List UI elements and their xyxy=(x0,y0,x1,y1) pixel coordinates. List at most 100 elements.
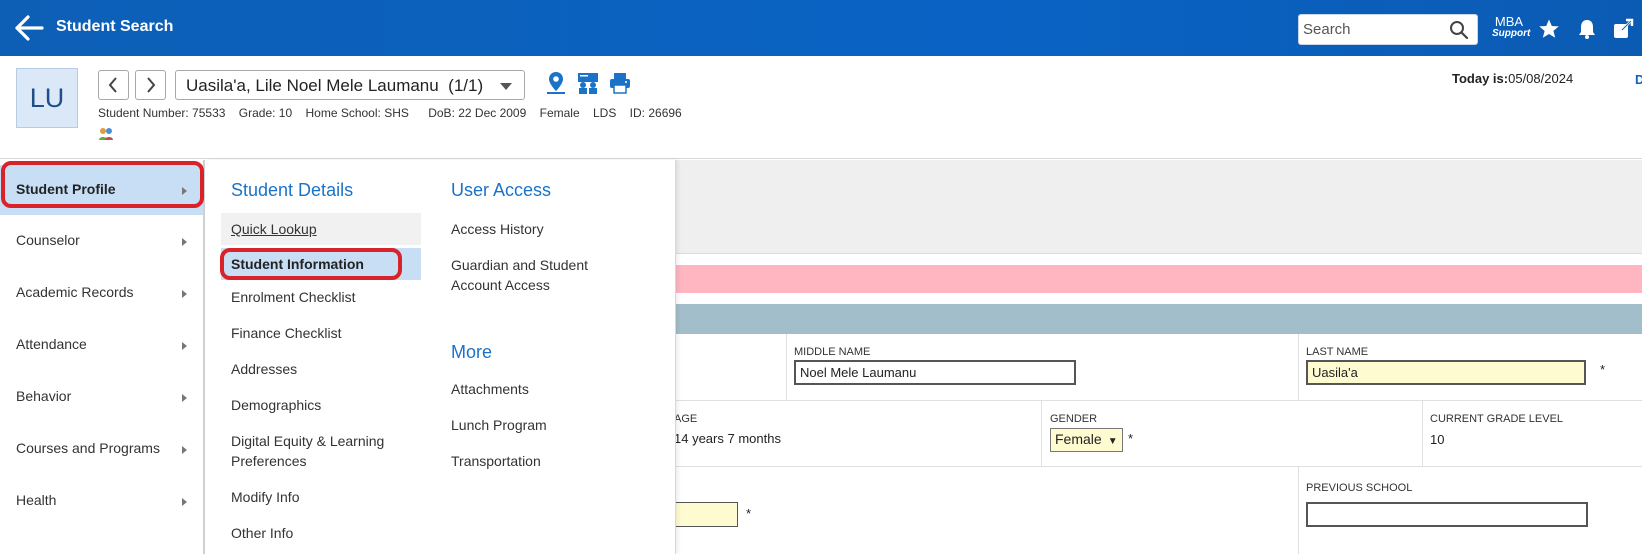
caret-right-icon xyxy=(182,238,187,246)
user-access-heading: User Access xyxy=(451,180,552,200)
more-heading: More xyxy=(451,342,493,362)
nav-item-health[interactable]: Health xyxy=(0,476,203,526)
student-gender: Female xyxy=(539,106,580,120)
student-selector-label: Uasila'a, Lile Noel Mele Laumanu (1/1) xyxy=(186,76,484,95)
date-of-birth: DoB: 22 Dec 2009 xyxy=(428,106,527,120)
chevron-right-icon xyxy=(147,77,156,93)
nav-item-academic-records[interactable]: Academic Records xyxy=(0,268,203,318)
form-toolbar-area xyxy=(676,160,1642,254)
student-meta: Student Number: 75533 Grade: 10 Home Sch… xyxy=(98,106,692,120)
student-selector[interactable]: Uasila'a, Lile Noel Mele Laumanu (1/1) xyxy=(175,70,525,100)
map-pin-icon[interactable] xyxy=(544,70,568,96)
gender-label: GENDER xyxy=(1050,413,1098,425)
required-marker: * xyxy=(1128,431,1134,446)
home-school: Home School: SHS xyxy=(305,106,409,120)
student-header: LU Uasila'a, Lile Noel Mele Laumanu (1/1… xyxy=(0,56,1642,159)
mba-support-link[interactable]: MBA Support xyxy=(1492,15,1531,40)
top-bar: Student Search MBA Support xyxy=(0,0,1642,56)
gender-select-value: Female xyxy=(1055,431,1102,447)
caret-right-icon xyxy=(182,394,187,402)
nav-item-behavior[interactable]: Behavior xyxy=(0,372,203,422)
menu-item-demographics[interactable]: Demographics xyxy=(231,395,321,415)
gender-select[interactable]: Female ▼ xyxy=(1050,428,1123,452)
menu-item-finance-checklist[interactable]: Finance Checklist xyxy=(231,323,342,343)
current-grade-level-label: CURRENT GRADE LEVEL xyxy=(1430,413,1564,425)
student-information-form: MIDDLE NAME LAST NAME * AGE 14 years 7 m… xyxy=(672,160,1642,554)
nav-item-attendance[interactable]: Attendance xyxy=(0,320,203,370)
left-nav: Student Profile Counselor Academic Recor… xyxy=(0,160,205,554)
menu-item-access-history[interactable]: Access History xyxy=(451,219,544,239)
header-link-truncated[interactable]: D xyxy=(1635,72,1642,87)
last-name-label: LAST NAME xyxy=(1306,346,1369,358)
today-label: Today is: xyxy=(1452,71,1509,86)
student-grade: Grade: 10 xyxy=(238,106,293,120)
previous-school-label: PREVIOUS SCHOOL xyxy=(1306,482,1413,494)
chevron-down-icon: ▼ xyxy=(1107,436,1118,447)
student-profile-flyout-menu: Student Details Quick Lookup Student Inf… xyxy=(206,160,676,554)
family-icon[interactable] xyxy=(98,126,114,142)
student-id: ID: 26696 xyxy=(629,106,682,120)
menu-item-attachments[interactable]: Attachments xyxy=(451,379,529,399)
caret-right-icon xyxy=(182,498,187,506)
today-indicator: Today is:05/08/2024 xyxy=(1452,71,1573,86)
nav-item-label: Academic Records xyxy=(16,284,134,300)
age-label: AGE xyxy=(674,413,698,425)
required-marker: * xyxy=(1600,362,1606,377)
caret-down-icon xyxy=(500,83,512,90)
alert-band xyxy=(676,265,1642,293)
teacher-contacts-icon[interactable] xyxy=(576,70,600,96)
previous-school-field[interactable] xyxy=(1306,502,1588,527)
divider xyxy=(1041,400,1042,466)
menu-item-transportation[interactable]: Transportation xyxy=(451,451,541,471)
search-icon[interactable] xyxy=(1449,20,1469,40)
next-student-button[interactable] xyxy=(135,70,166,100)
nav-item-label: Student Profile xyxy=(16,181,116,197)
caret-right-icon xyxy=(182,446,187,454)
required-marker: * xyxy=(746,506,752,521)
middle-name-label: MIDDLE NAME xyxy=(794,346,871,358)
caret-right-icon xyxy=(182,290,187,298)
back-arrow-icon[interactable] xyxy=(14,14,44,42)
nav-item-label: Health xyxy=(16,492,57,508)
menu-item-digital-equity[interactable]: Digital Equity & Learning Preferences xyxy=(231,431,401,471)
nav-item-label: Behavior xyxy=(16,388,72,404)
chevron-left-icon xyxy=(108,77,117,93)
row-divider xyxy=(676,466,1642,467)
menu-item-modify-info[interactable]: Modify Info xyxy=(231,487,299,507)
menu-item-enrolment-checklist[interactable]: Enrolment Checklist xyxy=(231,287,356,307)
previous-student-button[interactable] xyxy=(98,70,129,100)
student-number: Student Number: 75533 xyxy=(98,106,226,120)
menu-item-lunch-program[interactable]: Lunch Program xyxy=(451,415,547,435)
printer-icon[interactable] xyxy=(608,70,632,96)
nav-item-courses-and-programs[interactable]: Courses and Programs xyxy=(0,424,203,474)
global-search[interactable] xyxy=(1298,14,1478,45)
today-date: 05/08/2024 xyxy=(1508,71,1574,86)
caret-right-icon xyxy=(182,342,187,350)
lds-tag: LDS xyxy=(592,106,617,120)
menu-item-quick-lookup[interactable]: Quick Lookup xyxy=(221,213,421,245)
menu-item-student-information[interactable]: Student Information xyxy=(221,248,421,280)
middle-name-field[interactable] xyxy=(794,360,1076,385)
student-details-heading: Student Details xyxy=(231,180,354,200)
support-line2: Support xyxy=(1492,28,1531,39)
divider xyxy=(786,334,787,400)
star-icon[interactable] xyxy=(1538,18,1560,40)
menu-item-guardian-student-access[interactable]: Guardian and Student Account Access xyxy=(451,255,611,295)
menu-item-other-info[interactable]: Other Info xyxy=(231,523,293,543)
nav-item-label: Attendance xyxy=(16,336,87,352)
menu-item-addresses[interactable]: Addresses xyxy=(231,359,297,379)
divider xyxy=(1298,334,1299,400)
nav-item-counselor[interactable]: Counselor xyxy=(0,216,203,266)
search-input[interactable] xyxy=(1299,15,1439,44)
external-link-icon[interactable] xyxy=(1612,18,1634,40)
bell-icon[interactable] xyxy=(1576,18,1598,40)
nav-item-student-profile[interactable]: Student Profile xyxy=(0,165,203,215)
current-grade-level-value: 10 xyxy=(1430,432,1445,447)
partial-required-field[interactable] xyxy=(672,502,738,527)
app-title: Student Search xyxy=(56,18,174,35)
student-avatar: LU xyxy=(16,68,78,128)
nav-item-label: Courses and Programs xyxy=(16,440,160,456)
age-value: 14 years 7 months xyxy=(674,431,781,446)
caret-right-icon xyxy=(182,187,187,195)
last-name-field[interactable] xyxy=(1306,360,1586,385)
